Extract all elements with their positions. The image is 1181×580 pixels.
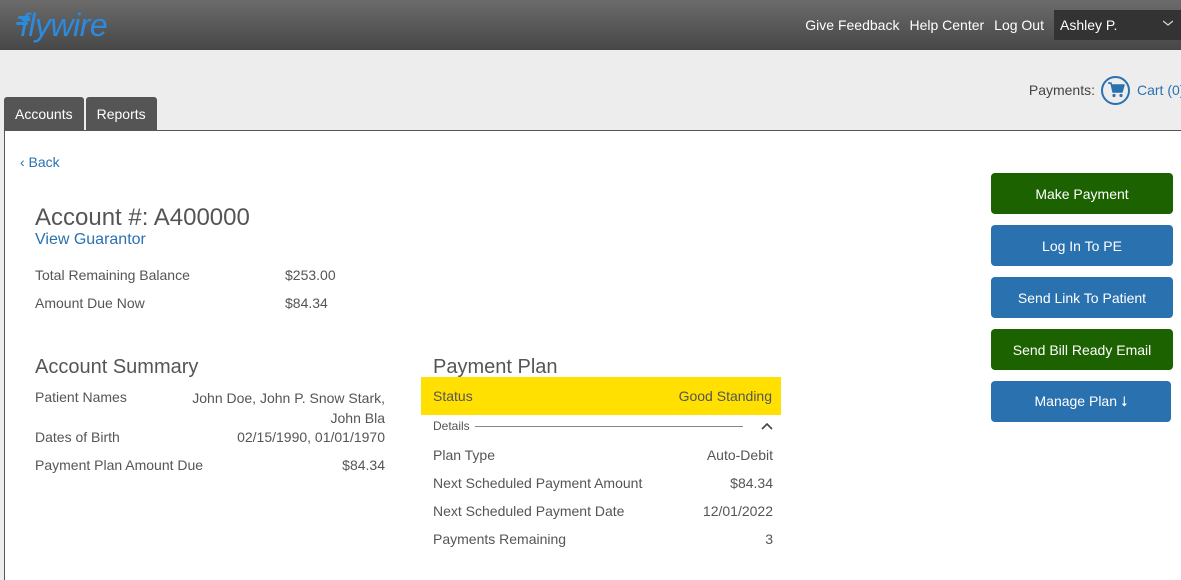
status-badge: Good Standing (678, 388, 772, 404)
next-payment-date-value: 12/01/2022 (702, 503, 773, 519)
next-payment-amount-label: Next Scheduled Payment Amount (433, 475, 643, 491)
details-label: Details (433, 419, 470, 433)
back-link[interactable]: ‹ Back (20, 154, 60, 170)
amount-due-now-value: $84.34 (285, 295, 328, 311)
plan-detail-row: Plan Type Auto-Debit (433, 447, 773, 463)
header-nav: Give Feedback Help Center Log Out Ashley… (805, 0, 1181, 50)
next-payment-date-label: Next Scheduled Payment Date (433, 503, 625, 519)
make-payment-button[interactable]: Make Payment (991, 173, 1173, 214)
user-name: Ashley P. (1060, 17, 1118, 33)
plan-type-label: Plan Type (433, 447, 496, 463)
main-tabs: Accounts Reports (4, 97, 159, 131)
status-label: Status (433, 388, 473, 404)
logo-text: flywire (20, 6, 108, 43)
details-divider (474, 425, 743, 427)
help-center-link[interactable]: Help Center (909, 17, 984, 33)
payments-label: Payments: (1028, 82, 1095, 98)
plan-amount-due-value: $84.34 (342, 457, 385, 473)
patient-names-row: Patient Names John Doe, John P. Snow Sta… (35, 389, 385, 428)
log-in-to-pe-button[interactable]: Log In To PE (991, 225, 1173, 266)
chevron-up-icon[interactable] (761, 421, 773, 431)
details-toggle[interactable]: Details (433, 418, 773, 434)
dates-of-birth-row: Dates of Birth 02/15/1990, 01/01/1970 (35, 429, 385, 445)
tab-reports[interactable]: Reports (85, 97, 157, 131)
chevron-down-icon (1163, 20, 1173, 26)
plan-detail-row: Next Scheduled Payment Date 12/01/2022 (433, 503, 773, 519)
plan-type-value: Auto-Debit (706, 447, 773, 463)
payments-remaining-label: Payments Remaining (433, 531, 567, 547)
total-remaining-balance-value: $253.00 (285, 267, 336, 283)
plan-amount-due-row: Payment Plan Amount Due $84.34 (35, 457, 385, 473)
send-link-to-patient-button[interactable]: Send Link To Patient (991, 277, 1173, 318)
total-remaining-balance-label: Total Remaining Balance (35, 267, 190, 283)
dob-value: 02/15/1990, 01/01/1970 (237, 429, 385, 445)
account-title: Account #: A400000 (35, 204, 250, 231)
log-out-link[interactable]: Log Out (994, 17, 1044, 33)
give-feedback-link[interactable]: Give Feedback (805, 17, 899, 33)
payment-plan-title: Payment Plan (433, 356, 558, 378)
dob-label: Dates of Birth (35, 429, 120, 445)
send-bill-ready-email-button[interactable]: Send Bill Ready Email (991, 329, 1173, 370)
plan-detail-row: Payments Remaining 3 (433, 531, 773, 547)
plan-detail-row: Next Scheduled Payment Amount $84.34 (433, 475, 773, 491)
amount-due-now-row: Amount Due Now $84.34 (35, 295, 328, 311)
account-summary-title: Account Summary (35, 356, 199, 378)
patient-names-label: Patient Names (35, 389, 127, 405)
plan-amount-due-label: Payment Plan Amount Due (35, 457, 204, 473)
next-payment-amount-value: $84.34 (730, 475, 773, 491)
amount-due-now-label: Amount Due Now (35, 295, 145, 311)
payments-remaining-value: 3 (765, 531, 773, 547)
user-menu-dropdown[interactable]: Ashley P. (1054, 10, 1181, 40)
cart-icon[interactable] (1101, 75, 1130, 105)
total-remaining-balance-row: Total Remaining Balance $253.00 (35, 267, 336, 283)
view-guarantor-link[interactable]: View Guarantor (35, 231, 146, 249)
flywire-logo[interactable]: flywire (16, 6, 108, 44)
payments-cart: Payments: Cart (0) (1028, 75, 1181, 105)
tab-accounts[interactable]: Accounts (4, 97, 84, 131)
plan-status-row: Status Good Standing (421, 377, 781, 415)
manage-plan-button[interactable]: Manage Plan ⭣ (991, 381, 1171, 422)
cart-link[interactable]: Cart (0) (1137, 82, 1181, 98)
top-navigation-bar: flywire Give Feedback Help Center Log Ou… (0, 0, 1181, 50)
patient-names-value: John Doe, John P. Snow Stark, John Bla (192, 390, 385, 426)
